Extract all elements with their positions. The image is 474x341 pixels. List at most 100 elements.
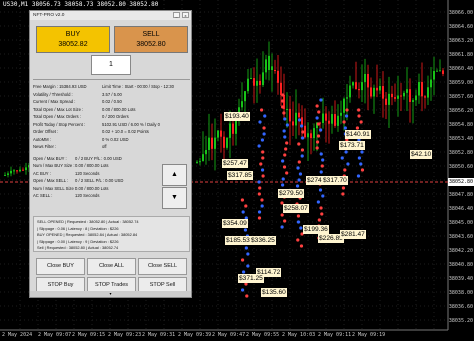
close-icon[interactable]: x: [182, 12, 189, 18]
candle-body: [274, 70, 276, 71]
info-value: 0 / 200 Orders: [102, 114, 129, 119]
trade-marker: [359, 120, 363, 124]
panel-title: NFT-PRO v2.0: [33, 13, 65, 18]
info-label: AC BUY :: [33, 170, 51, 176]
close-all-button[interactable]: Close ALL: [87, 258, 136, 275]
trade-marker: [318, 188, 323, 192]
candle-body: [385, 98, 387, 105]
candle-body: [310, 133, 312, 139]
trade-marker: [299, 124, 304, 128]
trade-marker: [316, 200, 320, 204]
price-tick: 38063.20: [448, 38, 473, 44]
close-sell-button[interactable]: Close SELL: [138, 258, 187, 275]
minimize-icon[interactable]: _: [173, 12, 180, 18]
time-tick: 2 May 09:39: [178, 332, 212, 338]
info-value: 0 / 2 BUY P/L : 0.00 USD: [75, 155, 122, 161]
price-tick: 38053.40: [448, 136, 473, 142]
trade-marker: [320, 164, 324, 168]
profit-label: $279.50: [278, 189, 304, 198]
candle-body: [334, 114, 336, 126]
trade-marker: [257, 210, 262, 214]
trade-marker: [280, 213, 284, 217]
candle-body: [388, 93, 390, 105]
info-value: 120 Seconds: [75, 170, 100, 176]
trade-marker: [257, 144, 261, 148]
candle-body: [262, 72, 264, 86]
panel-collapse-handle[interactable]: ▾: [30, 291, 191, 297]
candle-body: [7, 173, 9, 175]
price-tick: 38046.40: [448, 206, 473, 212]
trade-marker: [297, 178, 301, 182]
candle-body: [331, 114, 333, 124]
trade-marker: [259, 162, 263, 166]
price-tick: 38059.00: [448, 80, 473, 86]
trade-marker: [296, 166, 300, 170]
lot-size-input[interactable]: 1: [91, 55, 131, 75]
profit-label: $336.25: [250, 236, 276, 245]
sell-price: 38052.80: [136, 41, 166, 48]
trade-marker: [257, 180, 261, 184]
log-line: | Slippage : 0.06 | Latency : 8 | Deviat…: [37, 225, 119, 231]
trade-marker: [319, 206, 323, 210]
info-value: 0 % 0.02 USD: [102, 136, 129, 142]
info-label: News Filter :: [33, 144, 57, 149]
candle-body: [409, 89, 411, 102]
trade-marker: [315, 116, 319, 120]
trade-marker: [281, 177, 285, 181]
candle-body: [391, 93, 393, 98]
trade-marker: [315, 140, 320, 144]
trade-marker: [360, 168, 365, 172]
price-tick: 38035.20: [448, 318, 473, 324]
log-line: BUY OPENED | Requested : 38052.84 | Actu…: [37, 232, 138, 237]
candle-body: [196, 161, 198, 163]
buy-button[interactable]: BUY 38052.82: [36, 26, 110, 53]
price-tick: 38064.60: [448, 24, 473, 30]
price-tick: 38054.80: [448, 122, 473, 128]
trade-marker: [285, 171, 289, 175]
buy-label: BUY: [65, 31, 81, 38]
close-buy-button[interactable]: Close BUY: [36, 258, 85, 275]
info-value: 0.00 / 800.00 Lots: [75, 163, 109, 168]
time-tick: 2 May 09:15: [72, 332, 106, 338]
trade-marker: [297, 118, 302, 122]
profit-label: $173.71: [339, 141, 365, 150]
trade-marker: [241, 210, 245, 214]
trade-marker: [315, 146, 319, 150]
info-label: Open / Max SELL :: [33, 178, 69, 183]
candle-body: [325, 113, 327, 121]
candle-body: [367, 73, 369, 88]
candle-body: [214, 137, 216, 149]
sell-button[interactable]: SELL 38052.80: [114, 26, 188, 53]
candle-body: [421, 82, 423, 97]
info-label: Open / Max BUY :: [33, 155, 67, 161]
panel-title-bar[interactable]: NFT-PRO v2.0 _ x: [30, 11, 191, 20]
profit-label: $281.47: [340, 230, 366, 239]
trade-marker: [263, 114, 267, 118]
info-value: 3.57 / 5.00: [102, 91, 122, 97]
candle-body: [250, 78, 252, 80]
decrease-arrow-button[interactable]: ▼: [162, 187, 187, 209]
candle-body: [253, 78, 255, 86]
candle-body: [280, 82, 282, 96]
candle-body: [208, 137, 210, 150]
trade-marker: [283, 219, 287, 223]
trade-marker: [300, 136, 305, 140]
candle-body: [217, 130, 219, 138]
price-tick: 38036.60: [448, 304, 473, 310]
profit-label: $274: [306, 176, 323, 185]
trade-marker: [285, 123, 289, 127]
info-value: off: [102, 144, 107, 149]
candle-body: [259, 80, 261, 86]
candle-body: [277, 70, 279, 83]
trade-marker: [345, 108, 349, 112]
candle-body: [271, 66, 273, 70]
candle-body: [397, 95, 399, 99]
candle-body: [376, 87, 378, 91]
increase-arrow-button[interactable]: ▲: [162, 164, 187, 186]
candle-body: [265, 59, 267, 73]
trade-marker: [240, 198, 244, 202]
info-value: 0 / 2 SELL P/L : 0.00 USD: [75, 178, 124, 183]
candle-body: [256, 80, 258, 86]
trade-marker: [340, 156, 344, 160]
candle-body: [352, 82, 354, 86]
